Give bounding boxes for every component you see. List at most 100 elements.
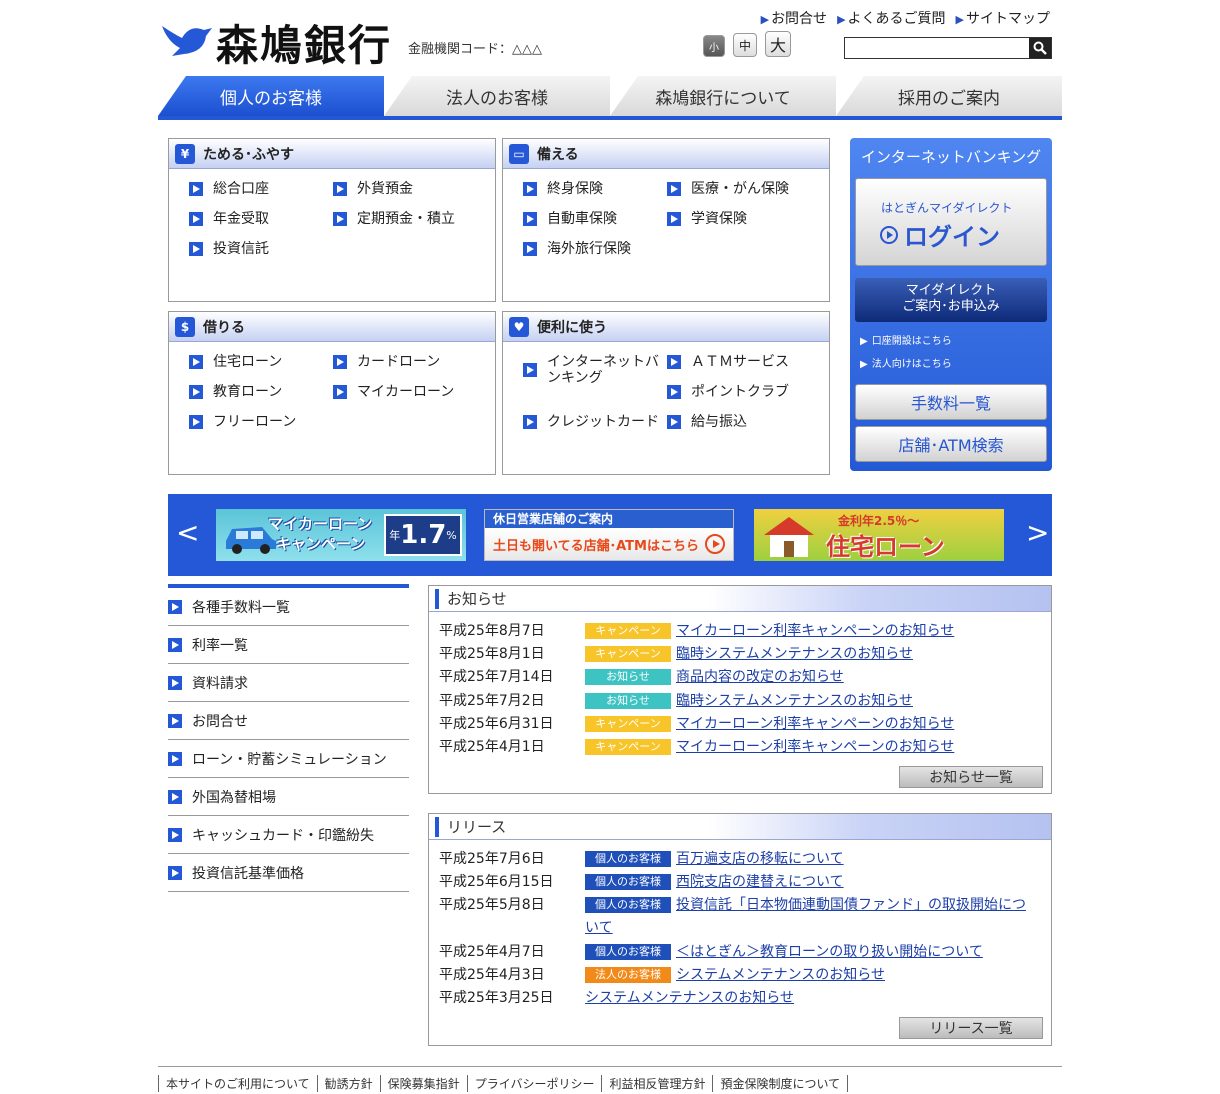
footer-link-insurance[interactable]: 保険募集指針 [379,1075,467,1092]
news-row: 平成25年4月1日 キャンペーン マイカーローン利率キャンペーンのお知らせ [439,738,954,756]
release-link[interactable]: 百万遍支店の移転について [676,850,844,868]
tab-corner [610,76,638,116]
tab-about[interactable]: 森鳩銀行について [610,76,836,116]
font-large-button[interactable]: 大 [765,31,791,57]
release-link[interactable]: 西院支店の建替えについて [676,873,844,891]
news-date: 平成25年6月31日 [439,716,554,732]
side-item-rates[interactable]: 利率一覧 [168,626,409,664]
store-atm-search-button[interactable]: 店舗･ATM検索 [855,426,1047,462]
link-sogo-koza[interactable]: 総合口座 [189,181,269,197]
link-teiki-yokin[interactable]: 定期預金・積立 [333,211,455,227]
arrow-right-icon: ▶ [837,13,846,26]
link-kaigai-hoken[interactable]: 海外旅行保険 [523,241,631,257]
footer-link-site-terms[interactable]: 本サイトのご利用について [158,1075,317,1092]
arrow-right-icon [168,638,182,652]
footer-link-privacy[interactable]: プライバシーポリシー [466,1075,602,1092]
link-nenkin[interactable]: 年金受取 [189,211,269,227]
link-mycar-loan[interactable]: マイカーローン [333,384,454,400]
font-small-button[interactable]: 小 [703,35,725,57]
fee-list-button[interactable]: 手数料一覧 [855,384,1047,420]
side-item-simulation[interactable]: ローン・貯蓄シミュレーション [168,740,409,778]
release-row: 平成25年5月8日 個人のお客様 投資信託「日本物価連動国債ファンド」の取扱開始につ [439,896,1026,914]
link-atm-service[interactable]: ＡＴＭサービス [667,354,789,370]
tab-corporate[interactable]: 法人のお客様 [384,76,610,116]
link-shushin-hoken[interactable]: 終身保険 [523,181,603,197]
footer-link-deposit-insurance[interactable]: 預金保険制度について [712,1075,849,1092]
login-button[interactable]: はとぎんマイダイレクト ログイン [855,178,1047,266]
arrow-right-icon [168,866,182,880]
tab-corner [836,76,864,116]
corporate-link[interactable]: ▶ 法人向けはこちら [860,355,956,371]
release-link[interactable]: システムメンテナンスのお知らせ [585,989,794,1007]
search-box [844,37,1052,59]
mycar-loan-banner[interactable]: マイカーローン キャンペーン 年 1.7% [216,509,466,561]
news-tag: お知らせ [585,693,671,709]
news-row: 平成25年7月14日 お知らせ 商品内容の改定のお知らせ [439,668,844,686]
search-button[interactable] [1029,38,1051,58]
side-item-fund-price[interactable]: 投資信託基準価格 [168,854,409,892]
release-tag: 法人のお客様 [585,967,671,983]
carousel-prev-button[interactable]: < [176,516,199,549]
sitemap-link[interactable]: ▶ サイトマップ [956,8,1050,28]
release-link[interactable]: ＜はとぎん＞教育ローンの取り扱い開始について [676,943,983,961]
release-list-button[interactable]: リリース一覧 [899,1017,1043,1039]
category-header: ♥ 便利に使う [503,312,829,342]
search-input[interactable] [845,38,1029,58]
release-link[interactable]: いて [585,919,613,937]
link-card-loan[interactable]: カードローン [333,354,440,370]
news-list-button[interactable]: お知らせ一覧 [899,766,1043,788]
internet-banking-title: インターネットバンキング [860,148,1042,166]
link-point-club[interactable]: ポイントクラブ [667,384,789,400]
link-internet-banking[interactable]: インターネットバンキング [523,354,667,386]
link-gakushi-hoken[interactable]: 学資保険 [667,211,747,227]
news-link[interactable]: マイカーローン利率キャンペーンのお知らせ [676,715,954,733]
news-link[interactable]: 臨時システムメンテナンスのお知らせ [676,645,913,663]
news-row: 平成25年7月2日 お知らせ 臨時システムメンテナンスのお知らせ [439,692,913,710]
release-date: 平成25年4月7日 [439,944,545,960]
news-link[interactable]: マイカーローン利率キャンペーンのお知らせ [676,622,954,640]
footer-link-solicitation[interactable]: 勧誘方針 [316,1075,380,1092]
mydirect-apply-button[interactable]: マイダイレクト ご案内･お申込み [855,278,1047,322]
tab-recruit[interactable]: 採用のご案内 [836,76,1062,116]
holiday-branch-banner[interactable]: 休日営業店舗のご案内 土日も開いてる店舗･ATMはこちら [484,509,734,561]
release-link[interactable]: システムメンテナンスのお知らせ [676,966,885,984]
site-header: 森鳩銀行 金融機関コード：△△△ ▶ お問合せ ▶ よくあるご質問 ▶ サイトマップ … [158,0,1062,72]
link-jutaku-loan[interactable]: 住宅ローン [189,354,282,370]
release-date: 平成25年5月8日 [439,897,545,913]
release-date: 平成25年3月25日 [439,990,554,1006]
link-iryo-hoken[interactable]: 医療・がん保険 [667,181,789,197]
link-gaika-yokin[interactable]: 外貨預金 [333,181,413,197]
font-medium-button[interactable]: 中 [733,33,757,57]
release-link[interactable]: 投資信託「日本物価連動国債ファンド」の取扱開始につ [676,896,1026,914]
side-item-request[interactable]: 資料請求 [168,664,409,702]
bank-logo-text[interactable]: 森鳩銀行 [216,12,392,73]
side-item-lost-card[interactable]: キャッシュカード・印鑑紛失 [168,816,409,854]
link-kyuyo-furikomi[interactable]: 給与振込 [667,414,747,430]
news-link[interactable]: 臨時システムメンテナンスのお知らせ [676,692,913,710]
link-jidosha-hoken[interactable]: 自動車保険 [523,211,617,227]
arrow-right-icon: ▶ [955,13,964,26]
release-date: 平成25年7月6日 [439,851,545,867]
contact-link[interactable]: ▶ お問合せ [761,8,827,28]
arrow-right-icon [523,242,537,256]
link-kyoiku-loan[interactable]: 教育ローン [189,384,282,400]
footer-link-conflict[interactable]: 利益相反管理方針 [601,1075,712,1092]
side-item-fees[interactable]: 各種手数料一覧 [168,588,409,626]
home-loan-banner[interactable]: 金利年2.5％～ 住宅ローン [754,509,1004,561]
faq-link[interactable]: ▶ よくあるご質問 [837,8,945,28]
dove-logo-icon[interactable] [160,16,214,58]
account-open-link[interactable]: ▶ 口座開設はこちら [860,332,956,348]
side-item-contact[interactable]: お問合せ [168,702,409,740]
holiday-subtitle-row: 土日も開いてる店舗･ATMはこちら [485,528,733,560]
news-link[interactable]: 商品内容の改定のお知らせ [676,668,844,686]
news-date: 平成25年7月2日 [439,693,545,709]
arrow-right-icon [667,415,681,429]
tab-personal[interactable]: 個人のお客様 [158,76,384,116]
news-link[interactable]: マイカーローン利率キャンペーンのお知らせ [676,738,954,756]
carousel-next-button[interactable]: > [1026,516,1049,549]
play-circle-icon [704,534,725,554]
link-toshin[interactable]: 投資信託 [189,241,269,257]
link-credit-card[interactable]: クレジットカード [523,414,659,430]
link-free-loan[interactable]: フリーローン [189,414,296,430]
side-item-forex[interactable]: 外国為替相場 [168,778,409,816]
